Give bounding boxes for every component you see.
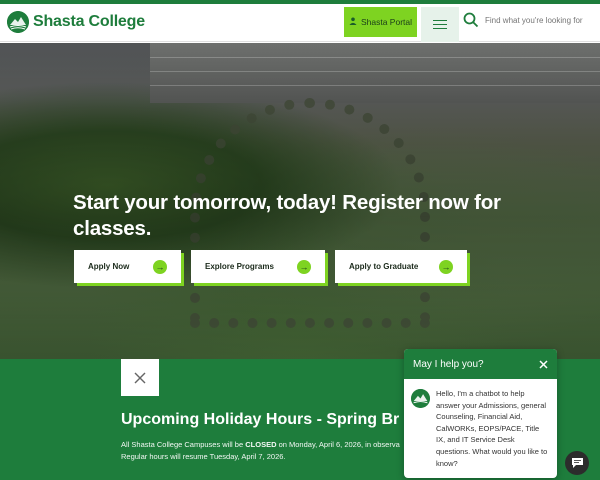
chat-launcher-button[interactable]	[565, 451, 589, 475]
cta-label: Apply to Graduate	[349, 262, 419, 271]
site-header: Shasta College Shasta Portal	[0, 4, 600, 42]
user-icon	[349, 17, 357, 27]
search-bar[interactable]	[463, 12, 585, 28]
hero-headline: Start your tomorrow, today! Register now…	[73, 191, 501, 240]
arrow-right-icon: →	[297, 259, 311, 274]
portal-label: Shasta Portal	[360, 17, 413, 27]
chat-message-row: Hello, I'm a chatbot to help answer your…	[404, 379, 557, 469]
chat-close-button[interactable]	[539, 357, 548, 372]
search-input[interactable]	[485, 15, 585, 25]
hamburger-menu-icon	[433, 17, 447, 32]
shasta-portal-button[interactable]: Shasta Portal	[344, 7, 417, 37]
notice-body: All Shasta College Campuses will be CLOS…	[121, 440, 400, 461]
chat-title: May I help you?	[413, 358, 484, 370]
apply-now-button[interactable]: Apply Now →	[74, 250, 181, 283]
site-logo[interactable]: Shasta College	[7, 11, 145, 33]
menu-button[interactable]	[421, 7, 459, 42]
chatbot-avatar	[411, 389, 430, 408]
chat-message: Hello, I'm a chatbot to help answer your…	[436, 389, 548, 468]
chat-bubble-icon	[571, 458, 583, 468]
close-notice-button[interactable]	[121, 359, 159, 396]
arrow-right-icon: →	[153, 259, 167, 274]
shasta-logo-icon	[7, 11, 29, 33]
close-icon	[134, 372, 146, 383]
chat-header: May I help you?	[404, 349, 557, 379]
logo-text: Shasta College	[33, 13, 145, 30]
apply-to-graduate-button[interactable]: Apply to Graduate →	[335, 250, 467, 283]
explore-programs-button[interactable]: Explore Programs →	[191, 250, 325, 283]
close-icon	[539, 359, 548, 369]
cta-label: Explore Programs	[205, 262, 274, 271]
cta-label: Apply Now	[88, 262, 130, 271]
arrow-right-icon: →	[439, 259, 453, 274]
hero-banner: Start your tomorrow, today! Register now…	[0, 43, 600, 359]
chatbot-panel: May I help you? Hello, I'm a chatbot to …	[404, 349, 557, 478]
notice-title: Upcoming Holiday Hours - Spring Br	[121, 411, 400, 428]
search-icon[interactable]	[463, 12, 479, 28]
